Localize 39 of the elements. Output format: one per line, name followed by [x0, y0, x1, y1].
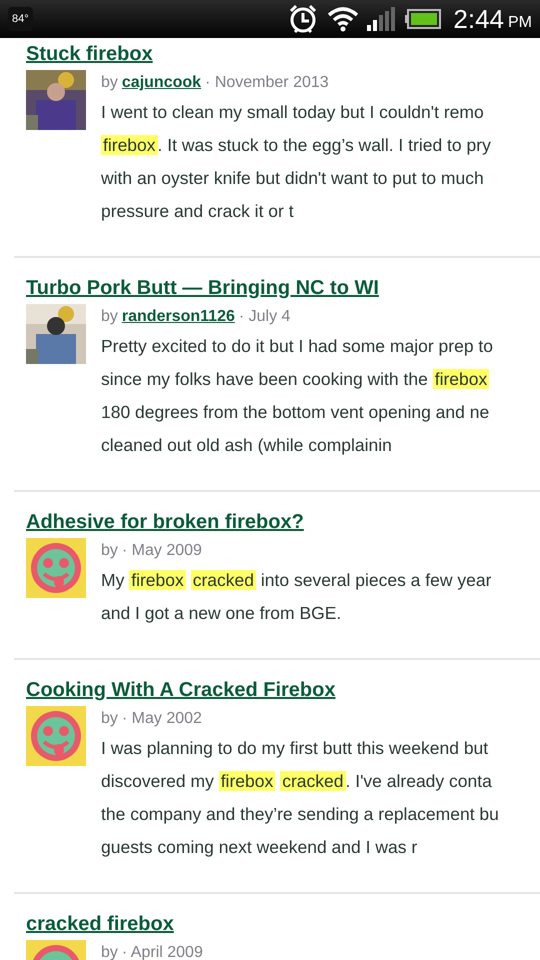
result-title-link[interactable]: Stuck firebox	[26, 43, 153, 65]
excerpt-line: and I got a new one from BGE.	[101, 602, 342, 625]
byline-label: by	[101, 307, 118, 327]
excerpt-line: firebox. It was stuck to the egg’s wall. I tried to pry	[101, 134, 491, 157]
result-title-link[interactable]: Adhesive for broken firebox?	[26, 511, 304, 533]
byline-label: by	[101, 709, 118, 729]
post-date: · November 2013	[205, 73, 329, 93]
byline-label: by	[101, 541, 118, 561]
excerpt-line: 180 degrees from the bottom vent opening and ne	[101, 401, 490, 424]
signal-icon	[367, 7, 398, 31]
excerpt-line: cleaned out old ash (while complainin	[101, 434, 393, 457]
author-link[interactable]: cajuncook	[122, 70, 202, 96]
result-title-link[interactable]: Cooking With A Cracked Firebox	[26, 679, 336, 701]
excerpt-line: I went to clean my small today but I couldn't remo	[101, 101, 485, 124]
excerpt-line: since my folks have been cooking with the firebox	[101, 368, 490, 391]
weather-icon: 84°	[8, 6, 33, 32]
excerpt-line: My firebox cracked into several pieces a few year	[101, 569, 492, 592]
clock-ampm: PM	[508, 13, 532, 33]
post-date: · July 4	[238, 307, 290, 327]
post-date: · May 2009	[122, 541, 202, 561]
excerpt-line: guests coming next weekend and I was r	[101, 836, 418, 859]
byline-label: by	[101, 943, 118, 960]
result-title-link[interactable]: cracked firebox	[26, 913, 174, 935]
post-date: · May 2002	[122, 709, 202, 729]
post-date: · April 2009	[122, 943, 203, 960]
result-title-link[interactable]: Turbo Pork Butt — Bringing NC to WI	[26, 277, 379, 299]
clock-time: 2:44	[453, 6, 504, 32]
wifi-icon	[327, 6, 360, 32]
battery-icon	[405, 9, 442, 29]
default-avatar-icon	[26, 538, 86, 598]
author-link[interactable]: randerson1126	[122, 304, 235, 330]
excerpt-line: pressure and crack it or t	[101, 200, 295, 223]
excerpt-line: with an oyster knife but didn't want to put to much	[101, 167, 485, 190]
excerpt-line: discovered my firebox cracked. I've already conta	[101, 770, 493, 793]
excerpt-line: the company and they’re sending a replacement bu	[101, 803, 499, 826]
byline-label: by	[101, 73, 118, 93]
excerpt-line: Pretty excited to do it but I had some major prep to	[101, 335, 494, 358]
default-avatar-icon	[26, 706, 86, 766]
excerpt-line: I was planning to do my first butt this weekend but	[101, 737, 490, 760]
